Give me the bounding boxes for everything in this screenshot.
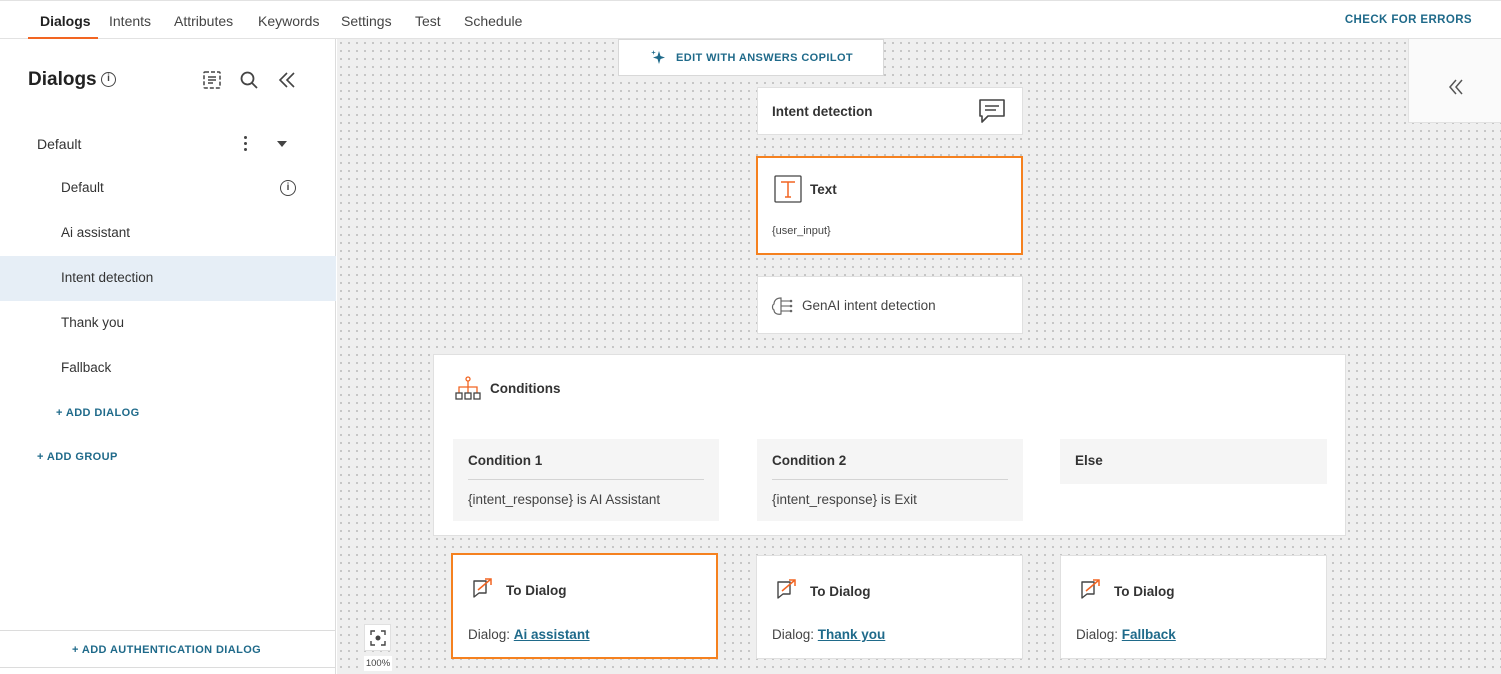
redirect-icon [1079, 577, 1103, 606]
sidebar-item-fallback[interactable]: Fallback [0, 346, 336, 391]
condition-rule: {intent_response} is Exit [772, 492, 917, 507]
tab-test[interactable]: Test [415, 13, 441, 29]
sidebar-footer: + ADD AUTHENTICATION DIALOG [0, 630, 336, 668]
dialog-label: Thank you [61, 315, 125, 330]
genai-intent-detection-card[interactable]: GenAI intent detection [757, 276, 1023, 334]
intent-detection-card[interactable]: Intent detection [757, 87, 1023, 135]
sidebar-item-default[interactable]: Default i [0, 166, 336, 211]
search-icon[interactable] [238, 69, 260, 91]
card-title: To Dialog [506, 583, 567, 598]
text-type-icon [774, 175, 802, 208]
card-title: Intent detection [772, 104, 873, 119]
branch-icon [455, 376, 481, 407]
card-title: GenAI intent detection [802, 298, 936, 313]
dialog-label: Ai assistant [61, 225, 131, 240]
to-dialog-card-fallback[interactable]: To Dialog Dialog: Fallback [1060, 555, 1327, 659]
dialog-link-ai-assistant[interactable]: Ai assistant [514, 627, 590, 642]
card-title: Text [810, 182, 837, 197]
dialog-group-default[interactable]: Default [0, 127, 336, 161]
ai-brain-icon [771, 296, 793, 321]
document-list-icon[interactable] [201, 69, 223, 91]
sparkle-icon [650, 49, 667, 71]
else-box[interactable]: Else [1060, 439, 1327, 484]
add-dialog-button[interactable]: + ADD DIALOG [56, 407, 140, 419]
tab-attributes[interactable]: Attributes [174, 13, 233, 29]
sidebar-item-ai-assistant[interactable]: Ai assistant [0, 211, 336, 256]
dialog-link-thank-you[interactable]: Thank you [818, 627, 886, 642]
sidebar-item-thank-you[interactable]: Thank you [0, 301, 336, 346]
tab-settings[interactable]: Settings [341, 13, 392, 29]
tab-intents[interactable]: Intents [109, 13, 151, 29]
redirect-icon [471, 576, 495, 605]
dialog-target-line: Dialog: Fallback [1076, 627, 1176, 642]
conditions-card[interactable]: Conditions Condition 1 {intent_response}… [433, 354, 1346, 536]
dialog-link-fallback[interactable]: Fallback [1122, 627, 1176, 642]
info-icon[interactable]: i [280, 180, 296, 196]
condition-1-box[interactable]: Condition 1 {intent_response} is AI Assi… [453, 439, 719, 521]
check-for-errors-button[interactable]: CHECK FOR ERRORS [1345, 14, 1472, 26]
text-content: {user_input} [772, 225, 831, 237]
copilot-label: EDIT WITH ANSWERS COPILOT [676, 52, 854, 64]
group-label: Default [37, 136, 82, 152]
to-dialog-card-thank-you[interactable]: To Dialog Dialog: Thank you [756, 555, 1023, 659]
tab-dialogs[interactable]: Dialogs [40, 13, 91, 29]
focus-icon [370, 630, 386, 651]
divider [468, 479, 704, 480]
condition-rule: {intent_response} is AI Assistant [468, 492, 661, 507]
info-icon[interactable]: i [101, 72, 116, 87]
more-options-icon[interactable] [240, 133, 250, 155]
fit-to-screen-button[interactable] [364, 624, 391, 651]
top-navigation: Dialogs Intents Attributes Keywords Sett… [0, 0, 1501, 39]
divider [772, 479, 1008, 480]
add-group-button[interactable]: + ADD GROUP [37, 451, 118, 463]
sidebar-item-intent-detection[interactable]: Intent detection [0, 256, 336, 301]
chevron-down-icon[interactable] [277, 141, 287, 147]
dialog-target-line: Dialog: Ai assistant [468, 627, 590, 642]
redirect-icon [775, 577, 799, 606]
double-chevron-left-icon [1446, 77, 1466, 102]
edit-with-copilot-button[interactable]: EDIT WITH ANSWERS COPILOT [618, 39, 884, 76]
sidebar-title: Dialogs [28, 69, 97, 90]
dialog-label: Fallback [61, 360, 112, 375]
card-title: To Dialog [810, 584, 871, 599]
condition-title: Condition 1 [468, 453, 543, 468]
tab-keywords[interactable]: Keywords [258, 13, 319, 29]
condition-title: Else [1075, 453, 1103, 468]
to-dialog-card-ai-assistant[interactable]: To Dialog Dialog: Ai assistant [451, 553, 718, 659]
dialog-canvas[interactable]: EDIT WITH ANSWERS COPILOT Intent detecti… [337, 39, 1501, 674]
expand-panel-button[interactable] [1408, 39, 1501, 123]
text-card[interactable]: Text {user_input} [756, 156, 1023, 255]
zoom-level: 100% [364, 656, 392, 671]
add-authentication-dialog-button[interactable]: + ADD AUTHENTICATION DIALOG [72, 644, 261, 656]
dialog-label: Default [61, 180, 104, 195]
chat-bubble-icon [977, 97, 1007, 130]
condition-title: Condition 2 [772, 453, 847, 468]
collapse-sidebar-icon[interactable] [276, 69, 298, 91]
card-title: Conditions [490, 381, 561, 396]
card-title: To Dialog [1114, 584, 1175, 599]
condition-2-box[interactable]: Condition 2 {intent_response} is Exit [757, 439, 1023, 521]
tab-schedule[interactable]: Schedule [464, 13, 522, 29]
dialog-label: Intent detection [61, 270, 154, 285]
dialogs-sidebar: Dialogs i Default Default i Ai assistant… [0, 39, 336, 674]
dialog-target-line: Dialog: Thank you [772, 627, 886, 642]
